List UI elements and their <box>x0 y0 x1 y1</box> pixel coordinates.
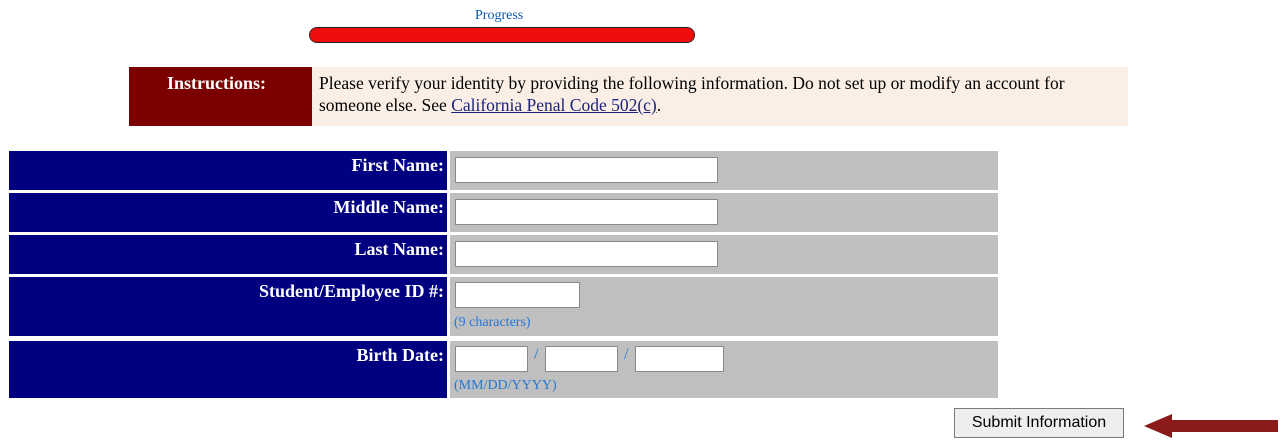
student-id-row: Student/Employee ID #: (9 characters) <box>9 277 998 336</box>
student-id-hint: (9 characters) <box>454 315 531 330</box>
last-name-cell <box>450 235 998 274</box>
last-name-input[interactable] <box>455 241 718 267</box>
middle-name-cell <box>450 193 998 232</box>
middle-name-label: Middle Name: <box>9 193 447 232</box>
first-name-row: First Name: <box>9 151 998 190</box>
birth-year-input[interactable] <box>635 346 724 372</box>
birth-date-row: Birth Date: / / (MM/DD/YYYY) <box>9 341 998 398</box>
student-id-label: Student/Employee ID #: <box>9 277 447 336</box>
middle-name-row: Middle Name: <box>9 193 998 232</box>
progress-fill <box>310 28 694 42</box>
last-name-label: Last Name: <box>9 235 447 274</box>
birth-month-input[interactable] <box>455 346 528 372</box>
birth-date-hint: (MM/DD/YYYY) <box>454 378 557 393</box>
progress-bar <box>309 27 695 43</box>
middle-name-input[interactable] <box>455 199 718 225</box>
last-name-row: Last Name: <box>9 235 998 274</box>
left-arrow-icon <box>1144 414 1278 438</box>
student-id-cell: (9 characters) <box>450 277 998 336</box>
page: Progress Instructions: Please verify you… <box>0 0 1282 444</box>
first-name-label: First Name: <box>9 151 447 190</box>
first-name-cell <box>450 151 998 190</box>
instructions-text-before: Please verify your identity by providing… <box>319 73 1065 115</box>
submit-button[interactable]: Submit Information <box>954 408 1124 438</box>
date-separator: / <box>624 346 629 363</box>
birth-date-cell: / / (MM/DD/YYYY) <box>450 341 998 398</box>
instructions-text-after: . <box>656 95 662 115</box>
penal-code-link[interactable]: California Penal Code 502(c) <box>451 95 657 115</box>
instructions-label: Instructions: <box>129 67 312 126</box>
date-separator: / <box>534 346 539 363</box>
student-id-input[interactable] <box>455 282 580 308</box>
instructions-text: Please verify your identity by providing… <box>312 67 1128 126</box>
birth-day-input[interactable] <box>545 346 618 372</box>
progress-label: Progress <box>475 8 524 23</box>
birth-date-label: Birth Date: <box>9 341 447 398</box>
first-name-input[interactable] <box>455 157 718 183</box>
